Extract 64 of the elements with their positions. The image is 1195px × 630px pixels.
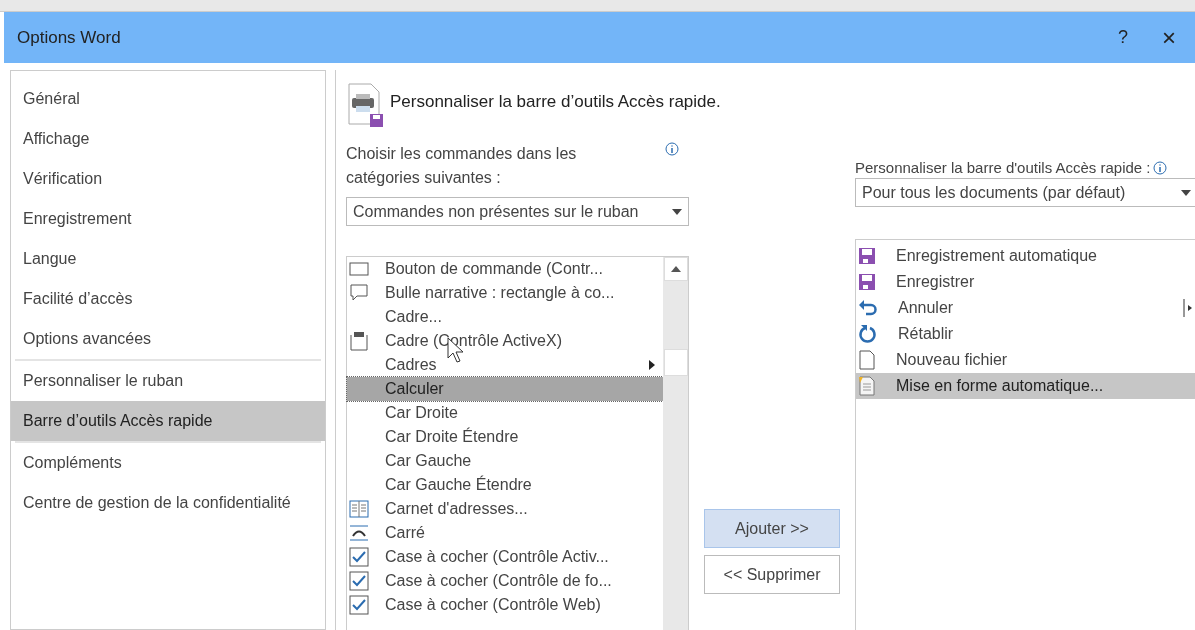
sidebar-item[interactable]: Personnaliser le ruban [11,361,325,401]
command-item[interactable]: Cadre... [347,305,663,329]
toolbar-label: Personnaliser la barre d'outils Accès rapide : [855,157,1151,178]
address-book-icon [349,500,369,518]
command-item[interactable]: Car Gauche Étendre [347,473,663,497]
close-button[interactable]: × [1143,19,1195,56]
commands-label: Choisir les commandes dans les catégories suivantes : [346,144,578,188]
save-icon [858,247,876,265]
toolbar-item[interactable]: Enregistrer [856,269,1195,295]
sidebar-item[interactable]: Options avancées [11,319,325,359]
toolbar-dropdown[interactable]: Pour tous les documents (par défaut) [855,178,1195,207]
checkbox-icon [349,595,369,615]
command-item[interactable]: Carré [347,521,663,545]
command-item[interactable]: Bulle narrative : rectangle à co... [347,281,663,305]
save-icon [858,273,876,291]
sidebar-item[interactable]: Enregistrement [11,199,325,239]
checkbox-icon [349,547,369,567]
window-title: Options Word [17,26,122,49]
info-icon[interactable] [1152,161,1167,175]
command-item[interactable]: Cadres [347,353,663,377]
command-item[interactable]: Car Droite Étendre [347,425,663,449]
sidebar-item[interactable]: Affichage [11,119,325,159]
command-item[interactable]: Car Gauche [347,449,663,473]
printer-icon [346,82,384,128]
help-button[interactable]: ? [1103,24,1143,51]
toolbar-item[interactable]: Mise en forme automatique... [856,373,1195,399]
sidebar-item[interactable]: Vérification [11,159,325,199]
redo-icon [858,324,878,344]
undo-icon [858,299,878,317]
command-item[interactable]: Case à cocher (Contrôle Activ... [347,545,663,569]
command-item[interactable]: Carnet d'adresses... [347,497,663,521]
sidebar-item[interactable]: Centre de gestion de la confidentialité [11,483,325,523]
blank-page-icon [858,350,876,370]
command-item[interactable]: Calculer [347,377,663,401]
scrollbar[interactable] [663,257,688,630]
dropdown-arrow-icon [672,208,682,215]
dropdown-arrow-icon [1181,189,1191,196]
info-icon[interactable] [665,142,679,156]
section-heading: Personnaliser la barre d’outils Accès rapide. [390,90,721,113]
autoformat-page-icon [858,376,876,396]
sidebar-item[interactable]: Compléments [11,443,325,483]
add-button[interactable]: Ajouter >> [704,509,840,548]
sidebar-item[interactable]: Langue [11,239,325,279]
text-wrap-icon [349,524,369,542]
command-item[interactable]: Case à cocher (Contrôle de fo... [347,569,663,593]
checkbox-icon [349,571,369,591]
command-item[interactable]: Case à cocher (Contrôle Web) [347,593,663,617]
command-item[interactable]: Bouton de commande (Contr... [347,257,663,281]
frame-icon [349,331,369,351]
commands-dropdown[interactable]: Commandes non présentes sur le ruban [346,197,689,226]
toolbar-item[interactable]: Rétablir [856,321,1195,347]
sidebar-item[interactable]: Général [11,79,325,119]
command-item[interactable]: Car Droite [347,401,663,425]
remove-button[interactable]: << Supprimer [704,555,840,594]
button-shape-icon [349,262,369,276]
scroll-thumb[interactable] [663,349,688,376]
toolbar-item[interactable]: Nouveau fichier [856,347,1195,373]
command-item[interactable]: Cadre (Contrôle ActiveX) [347,329,663,353]
sidebar-item[interactable]: Barre d’outils Accès rapide [11,401,325,441]
sidebar-item[interactable]: Facilité d’accès [11,279,325,319]
toolbar-item[interactable]: Annuler [856,295,1195,321]
speech-bubble-icon [349,284,369,302]
split-marker-icon [1183,299,1193,317]
toolbar-item[interactable]: Enregistrement automatique [856,243,1195,269]
